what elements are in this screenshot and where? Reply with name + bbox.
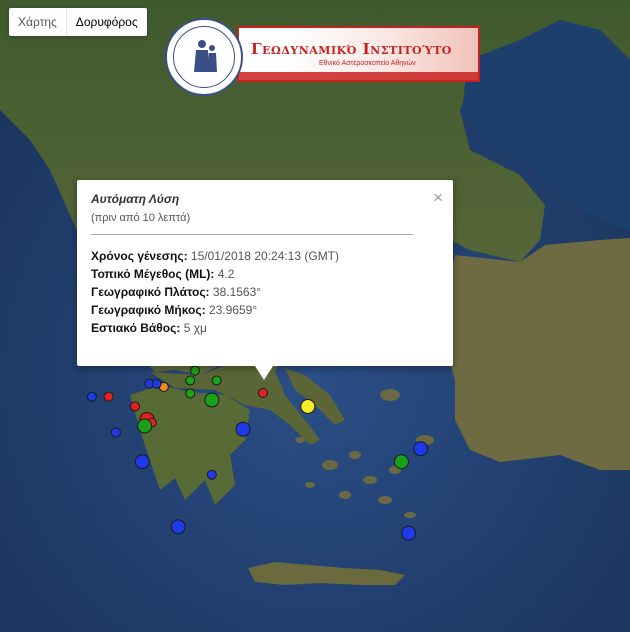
earthquake-marker[interactable] [401, 525, 417, 541]
logo-bar [239, 72, 478, 80]
info-title: Αυτόματη Λύση [91, 192, 180, 206]
field-value: 23.9659° [208, 303, 258, 317]
earthquake-marker[interactable] [170, 519, 186, 535]
logo-subtitle: Εθνικό Αστεροσκοπείο Αθηνών [319, 60, 416, 67]
earthquake-marker[interactable] [151, 378, 162, 389]
info-row-origin-time: Χρόνος γένεσης: 15/01/2018 20:24:13 (GMT… [91, 247, 439, 265]
field-value: 38.1563° [212, 285, 262, 299]
logo-title: Γεωδυναμικό Ινστιτούτο [251, 40, 452, 58]
earthquake-marker[interactable] [393, 454, 409, 470]
institute-logo: Γεωδυναμικό Ινστιτούτο Εθνικό Αστεροσκοπ… [165, 18, 481, 96]
field-label: Γεωγραφικό Μήκος: [91, 303, 206, 317]
field-value: 5 χμ [183, 321, 207, 335]
field-label: Γεωγραφικό Πλάτος: [91, 285, 210, 299]
earthquake-marker[interactable] [206, 469, 217, 480]
earthquake-marker[interactable] [204, 392, 220, 408]
info-window-tail [255, 366, 273, 380]
earthquake-marker[interactable] [190, 365, 201, 376]
earthquake-marker[interactable] [110, 427, 121, 438]
field-value: 4.2 [217, 267, 235, 281]
info-row-longitude: Γεωγραφικό Μήκος: 23.9659° [91, 301, 439, 319]
field-label: Χρόνος γένεσης: [91, 249, 188, 263]
earthquake-marker[interactable] [103, 391, 114, 402]
info-row-magnitude: Τοπικό Μέγεθος (ML): 4.2 [91, 265, 439, 283]
earthquake-marker[interactable] [185, 388, 196, 399]
observatory-seal-icon [165, 18, 243, 96]
earthquake-info-window: × Αυτόματη Λύση (πριν από 10 λεπτά) Χρόν… [77, 180, 453, 380]
earthquake-marker[interactable] [211, 375, 222, 386]
earthquake-marker[interactable] [134, 454, 150, 470]
earthquake-marker[interactable] [258, 388, 268, 398]
earthquake-marker[interactable] [130, 401, 141, 412]
info-row-latitude: Γεωγραφικό Πλάτος: 38.1563° [91, 283, 439, 301]
map-type-control: Χάρτης Δορυφόρος [9, 8, 147, 36]
earthquake-marker[interactable] [413, 441, 429, 457]
earthquake-marker[interactable] [235, 421, 251, 437]
earthquake-marker[interactable] [86, 391, 97, 402]
earthquake-marker[interactable] [137, 418, 153, 434]
land-asia-minor [440, 238, 630, 470]
info-divider [91, 234, 413, 235]
logo-banner: Γεωδυναμικό Ινστιτούτο Εθνικό Αστεροσκοπ… [237, 26, 480, 82]
field-label: Εστιακό Βάθος: [91, 321, 181, 335]
earthquake-marker[interactable] [300, 398, 316, 414]
map-type-satellite-button[interactable]: Δορυφόρος [67, 8, 147, 36]
seal-figure-icon [194, 40, 217, 72]
info-time-ago: (πριν από 10 λεπτά) [91, 212, 191, 224]
close-icon[interactable]: × [433, 188, 443, 208]
earthquake-marker[interactable] [185, 375, 196, 386]
field-value: 15/01/2018 20:24:13 (GMT) [190, 249, 340, 263]
map-type-map-button[interactable]: Χάρτης [9, 8, 66, 36]
info-row-depth: Εστιακό Βάθος: 5 χμ [91, 319, 439, 337]
field-label: Τοπικό Μέγεθος (ML): [91, 267, 215, 281]
